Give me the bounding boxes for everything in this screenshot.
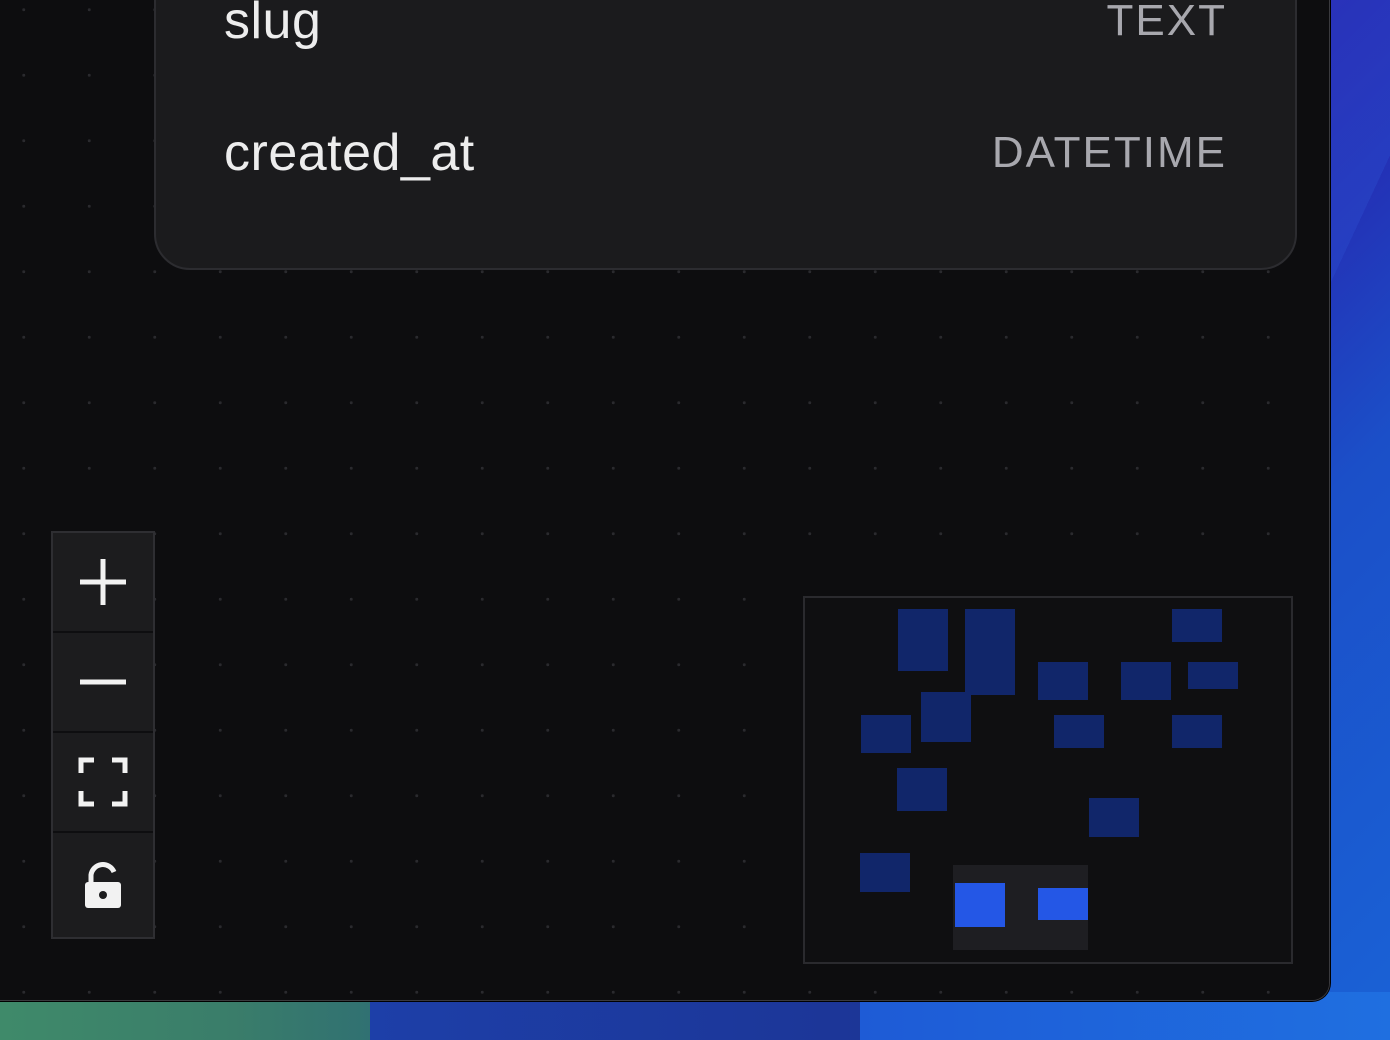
minimap-node — [860, 853, 910, 892]
minimap-node — [1188, 662, 1238, 689]
column-type: DATETIME — [991, 128, 1227, 177]
zoom-out-button[interactable] — [53, 633, 153, 733]
fit-view-button[interactable] — [53, 733, 153, 833]
app-window: slug TEXT created_at DATETIME — [0, 0, 1330, 1001]
minimap-node — [921, 692, 971, 742]
column-type: TEXT — [1106, 0, 1227, 45]
minimap-node — [1089, 798, 1139, 837]
unlock-icon — [85, 862, 121, 908]
column-name: created_at — [224, 124, 475, 182]
table-node[interactable]: slug TEXT created_at DATETIME — [154, 0, 1297, 270]
minimap-node — [965, 609, 1015, 695]
zoom-controls — [51, 531, 155, 939]
minus-icon — [80, 679, 126, 685]
column-row[interactable]: slug TEXT — [224, 0, 1227, 51]
minimap[interactable] — [803, 596, 1293, 964]
minimap-node-active — [1038, 888, 1088, 920]
minimap-node — [1038, 662, 1088, 700]
minimap-node — [897, 768, 947, 811]
lock-toggle-button[interactable] — [53, 833, 153, 937]
plus-icon — [80, 559, 126, 605]
zoom-in-button[interactable] — [53, 533, 153, 633]
column-name: slug — [224, 0, 322, 50]
minimap-node — [1172, 715, 1222, 748]
fit-view-icon — [78, 757, 128, 807]
minimap-node — [861, 715, 911, 753]
minimap-node-active — [955, 883, 1005, 927]
minimap-node — [898, 609, 948, 671]
minimap-node — [1054, 715, 1104, 748]
minimap-node — [1121, 662, 1171, 700]
minimap-node — [1172, 609, 1222, 642]
column-row[interactable]: created_at DATETIME — [224, 123, 1227, 183]
